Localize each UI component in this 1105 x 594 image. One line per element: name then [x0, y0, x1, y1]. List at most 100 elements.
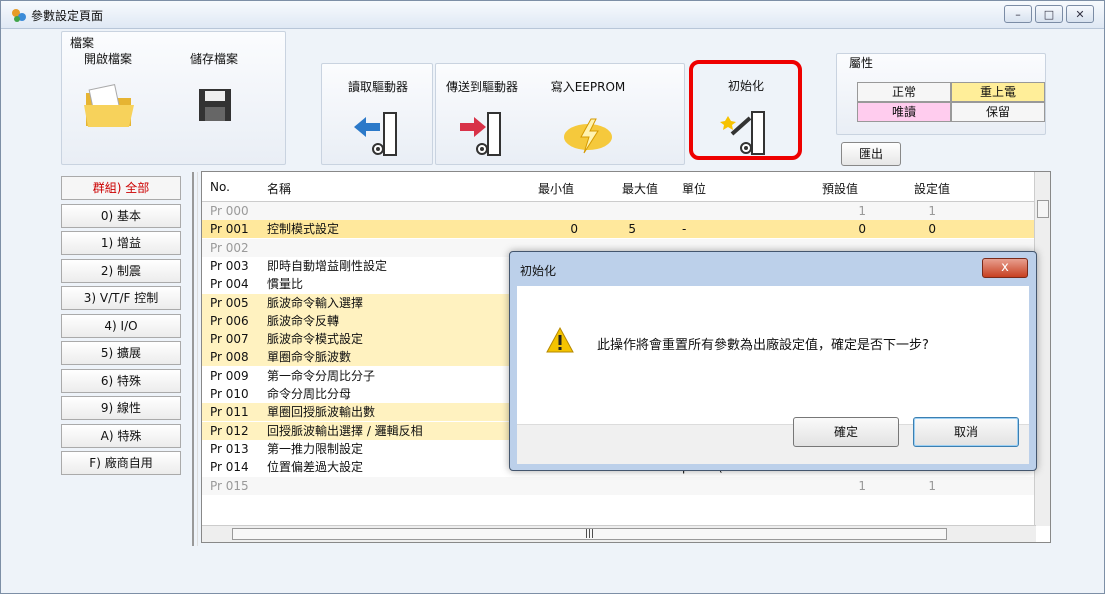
cell-max: 5: [628, 222, 636, 237]
legend-grid: 正常 重上電 唯讀 保留: [857, 82, 1045, 122]
cell-no: Pr 015: [210, 478, 249, 493]
table-row[interactable]: Pr 001 控制模式設定 0 5 - 0 0: [202, 220, 1036, 239]
cell-name: 慣量比: [267, 277, 304, 292]
header-default[interactable]: 預設值: [822, 180, 858, 197]
header-unit[interactable]: 單位: [682, 180, 706, 197]
legend-readonly: 唯讀: [857, 102, 951, 122]
legend-normal: 正常: [857, 82, 951, 102]
header-name[interactable]: 名稱: [267, 180, 291, 197]
read-driver-label: 讀取驅動器: [347, 80, 408, 94]
table-row[interactable]: Pr 000 1 1: [202, 202, 1036, 220]
maximize-button[interactable]: □: [1035, 5, 1063, 23]
warning-icon: [546, 326, 574, 353]
sidebar-item-extension[interactable]: 5) 擴展: [61, 341, 181, 365]
cell-min: 0: [570, 222, 578, 237]
save-file-label: 儲存檔案: [189, 52, 238, 66]
sidebar-item-linear[interactable]: 9) 線性: [61, 396, 181, 420]
read-driver-button[interactable]: 讀取驅動器: [338, 78, 418, 164]
cell-no: Pr 009: [210, 368, 249, 383]
send-driver-label: 傳送到驅動器: [445, 80, 518, 94]
floppy-disk-icon: [199, 89, 231, 121]
cell-no: Pr 013: [210, 441, 249, 456]
cell-set: 1: [928, 478, 936, 493]
cell-def: 1: [858, 478, 866, 493]
sidebar-item-all[interactable]: 群組) 全部: [61, 176, 181, 200]
read-from-driver-icon: [354, 112, 397, 156]
cell-no: Pr 011: [210, 405, 249, 420]
sidebar-item-basic[interactable]: 0) 基本: [61, 203, 181, 228]
header-setting[interactable]: 設定值: [914, 180, 950, 197]
cell-def: 0: [858, 222, 866, 237]
title-bar: 參數設定頁面 – □ ✕: [1, 1, 1104, 29]
save-file-button[interactable]: 儲存檔案: [174, 50, 254, 136]
cell-set: 1: [928, 204, 936, 218]
sidebar-item-gain[interactable]: 1) 增益: [61, 231, 181, 255]
cell-name: 脈波命令反轉: [267, 313, 340, 328]
sidebar-item-vendor[interactable]: F) 廠商自用: [61, 451, 181, 475]
grid-header: No. 名稱 最小值 最大值 單位 預設值 設定值: [202, 172, 1036, 202]
vertical-scroll-thumb[interactable]: [1037, 200, 1049, 218]
cell-no: Pr 002: [210, 240, 249, 255]
header-min[interactable]: 最小值: [538, 180, 574, 197]
sidebar-item-special-6[interactable]: 6) 特殊: [61, 368, 181, 393]
ok-button[interactable]: 確定: [793, 417, 899, 447]
cell-no: Pr 000: [210, 204, 249, 218]
send-driver-button[interactable]: 傳送到驅動器: [442, 78, 522, 164]
header-no[interactable]: No.: [210, 180, 230, 194]
sidebar-item-vibration[interactable]: 2) 制震: [61, 258, 181, 283]
cell-set: 0: [928, 222, 936, 237]
file-group: 檔案 開啟檔案 儲存檔案: [61, 31, 286, 165]
main-window: 參數設定頁面 – □ ✕ 檔案 開啟檔案 儲存檔案 讀取驅動器 傳送到驅動器 寫…: [0, 0, 1105, 594]
cell-name: 第一命令分周比分子: [267, 368, 376, 383]
dialog-body: 此操作將會重置所有參數為出廠設定值，確定是否下一步?: [517, 286, 1029, 424]
dialog-close-button[interactable]: x: [982, 258, 1028, 278]
cancel-button[interactable]: 取消: [913, 417, 1019, 447]
app-icon: [12, 9, 26, 22]
lightning-icon: [564, 118, 612, 154]
legend-repower: 重上電: [951, 82, 1045, 102]
cell-no: Pr 006: [210, 313, 249, 328]
cell-name: 命令分周比分母: [267, 387, 352, 401]
window-title: 參數設定頁面: [31, 9, 104, 23]
header-max[interactable]: 最大值: [622, 180, 658, 197]
properties-label: 屬性: [849, 56, 874, 70]
cell-name: 脈波命令輸入選擇: [267, 295, 364, 310]
dialog-title: 初始化: [520, 264, 557, 278]
initialize-dialog: 初始化 x 此操作將會重置所有參數為出廠設定值，確定是否下一步? 確定 取消: [509, 251, 1037, 471]
splitter[interactable]: [192, 172, 198, 546]
cell-name: 回授脈波輸出選擇 / 邏輯反相: [267, 423, 423, 438]
cell-no: Pr 007: [210, 332, 249, 347]
cell-no: Pr 008: [210, 350, 249, 365]
cell-def: 1: [858, 204, 866, 218]
send-to-driver-icon: [460, 112, 501, 156]
close-window-button[interactable]: ✕: [1066, 5, 1094, 23]
cell-name: 第一推力限制設定: [267, 441, 364, 456]
cell-name: 脈波命令模式設定: [267, 332, 364, 347]
cell-no: Pr 004: [210, 277, 249, 292]
export-button[interactable]: 匯出: [841, 142, 901, 166]
open-file-button[interactable]: 開啟檔案: [68, 50, 148, 136]
horizontal-scrollbar[interactable]: |||: [202, 525, 1036, 542]
horizontal-scroll-thumb[interactable]: |||: [232, 528, 947, 540]
cell-no: Pr 003: [210, 258, 249, 273]
cell-name: 單圈命令脈波數: [267, 350, 352, 365]
file-group-label: 檔案: [70, 36, 95, 50]
dialog-footer: 確定 取消: [517, 417, 1029, 464]
sidebar-item-io[interactable]: 4) I/O: [61, 313, 181, 338]
send-driver-group: 傳送到驅動器 寫入EEPROM: [435, 63, 685, 165]
cell-name: 即時自動增益剛性設定: [267, 258, 388, 273]
write-eeprom-button[interactable]: 寫入EEPROM: [548, 78, 628, 164]
cell-no: Pr 012: [210, 423, 249, 438]
cell-name: 單圈回授脈波輸出數: [267, 405, 376, 420]
sidebar-item-special-a[interactable]: A) 特殊: [61, 423, 181, 448]
folder-icon: [84, 84, 134, 127]
dialog-message: 此操作將會重置所有參數為出廠設定值，確定是否下一步?: [597, 338, 929, 353]
cell-no: Pr 010: [210, 387, 249, 401]
cell-no: Pr 005: [210, 295, 249, 310]
table-row[interactable]: Pr 015 1 1: [202, 476, 1036, 495]
write-eeprom-label: 寫入EEPROM: [550, 80, 626, 94]
sidebar-item-vtf-control[interactable]: 3) V/T/F 控制: [61, 286, 181, 310]
minimize-button[interactable]: –: [1004, 5, 1032, 23]
group-sidebar: 群組) 全部 0) 基本 1) 增益 2) 制震 3) V/T/F 控制 4) …: [61, 176, 189, 479]
cell-unit: -: [682, 222, 687, 237]
